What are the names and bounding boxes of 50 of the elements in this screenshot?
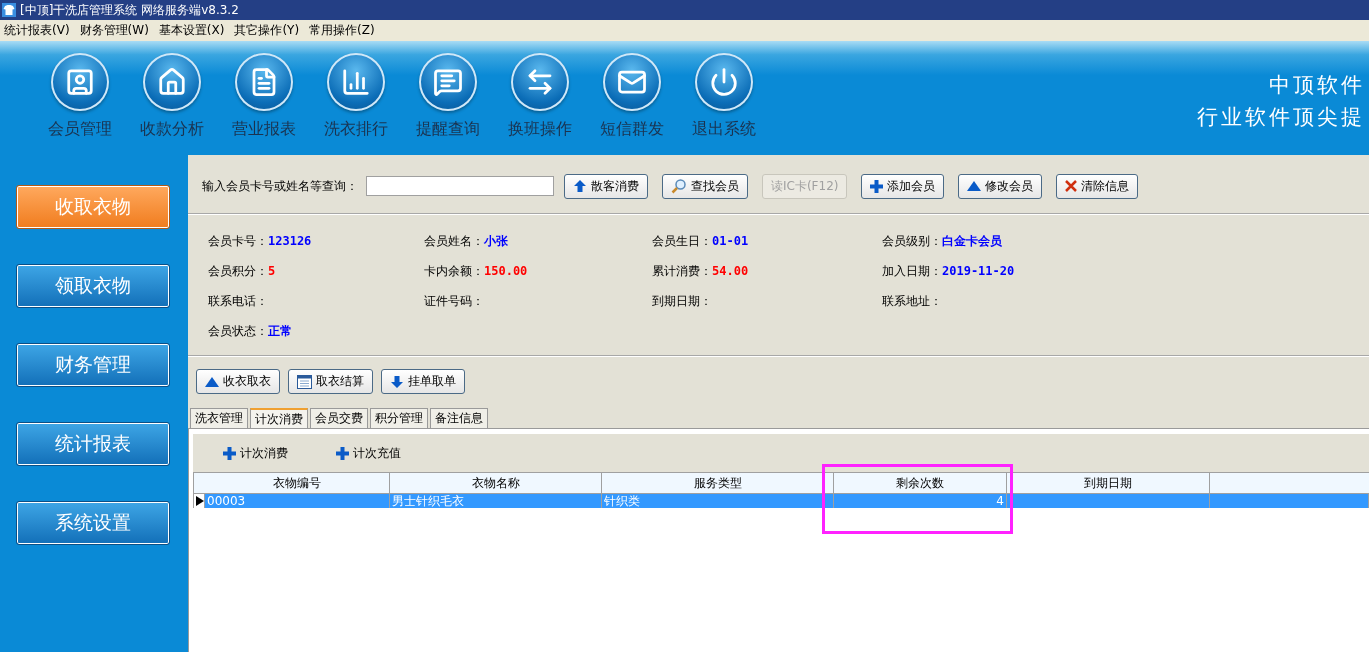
table-cell: 00003 (205, 494, 390, 508)
table-cell: 男士针织毛衣 (390, 494, 602, 508)
member-info: 联系电话： (208, 293, 269, 309)
toolbar-button[interactable]: 清除信息 (1056, 173, 1139, 199)
toolbar-button[interactable]: 修改会员 (958, 173, 1043, 199)
tab[interactable]: 洗衣管理 (190, 408, 248, 428)
member-info: 证件号码： (424, 293, 485, 309)
member-info: 会员级别：白金卡会员 (882, 233, 1003, 249)
member-info: 会员姓名：小张 (424, 233, 509, 249)
column-header[interactable]: 衣物编号 (205, 472, 390, 494)
column-header[interactable]: 到期日期 (1007, 472, 1210, 494)
member-info: 会员状态：正常 (208, 323, 293, 339)
toolbar-button[interactable]: 散客消费 (564, 173, 648, 199)
toolbar-button[interactable]: 计次消费 (223, 444, 288, 462)
menu-item[interactable]: 财务管理(W) (79, 22, 149, 39)
tab[interactable]: 积分管理 (370, 408, 428, 428)
member-info: 会员生日：01-01 (652, 233, 750, 249)
column-header[interactable]: 衣物名称 (390, 472, 602, 494)
action-button[interactable]: 挂单取单 (381, 369, 465, 394)
menu-item[interactable]: 基本设置(X) (158, 22, 225, 39)
menu-item[interactable]: 常用操作(Z) (309, 22, 375, 39)
sidebar-button[interactable]: 领取衣物 (16, 264, 170, 308)
member-info: 联系地址： (882, 293, 943, 309)
toolbar-button[interactable]: 计次充值 (336, 444, 401, 462)
sidebar-button[interactable]: 系统设置 (16, 501, 170, 545)
menu-item[interactable]: 统计报表(V) (4, 22, 70, 39)
member-info: 到期日期： (652, 293, 713, 309)
brand-slogan: 中顶软件 (1269, 72, 1365, 99)
member-info: 加入日期：2019-11-20 (882, 263, 1016, 279)
tab[interactable]: 备注信息 (430, 408, 488, 428)
toolbar-button[interactable]: 添加会员 (861, 173, 945, 199)
window-title: [中顶]干洗店管理系统 网络服务端v8.3.2 (20, 1, 239, 19)
tab[interactable]: 会员交费 (310, 408, 368, 428)
menu-item[interactable]: 其它操作(Y) (234, 22, 300, 39)
member-info: 卡内余额：150.00 (424, 263, 529, 279)
member-info: 会员卡号：123126 (208, 233, 313, 249)
sidebar-button[interactable]: 财务管理 (16, 343, 170, 387)
member-info: 会员积分：5 (208, 263, 277, 279)
member-info: 累计消费：54.00 (652, 263, 750, 279)
table-cell: 4 (834, 494, 1007, 508)
action-button[interactable]: 取衣结算 (288, 369, 373, 394)
action-button[interactable]: 收衣取衣 (196, 369, 280, 394)
tab[interactable]: 计次消费 (250, 408, 308, 428)
brand-slogan: 行业软件顶尖提 (1197, 104, 1365, 131)
column-header[interactable]: 剩余次数 (834, 472, 1007, 494)
toolbar-button[interactable]: 查找会员 (662, 173, 748, 199)
table-cell: 针织类 (602, 494, 834, 508)
column-header[interactable]: 服务类型 (602, 472, 834, 494)
sidebar-button[interactable]: 统计报表 (16, 422, 170, 466)
search-label: 输入会员卡号或姓名等查询： (202, 177, 358, 195)
